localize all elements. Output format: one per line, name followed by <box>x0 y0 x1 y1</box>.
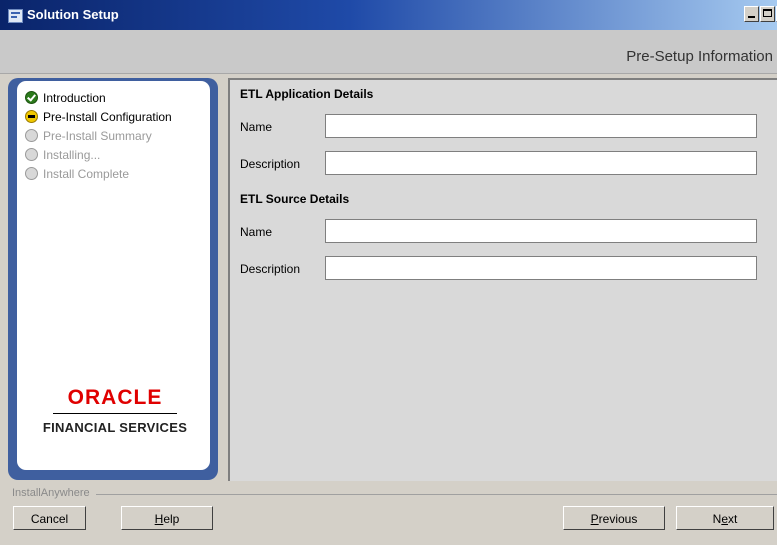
logo-divider <box>53 413 177 414</box>
previous-label: revious <box>598 512 638 526</box>
next-prefix: N <box>712 512 722 526</box>
help-button[interactable]: Help <box>121 506 213 530</box>
pending-circle-icon <box>25 129 38 142</box>
etl-source-name-label: Name <box>240 225 273 239</box>
step-label: Introduction <box>43 90 106 105</box>
oracle-wordmark: ORACLE <box>67 386 163 409</box>
installer-window: Solution Setup Pre-Setup Information Int… <box>0 0 777 545</box>
step-introduction: Introduction <box>25 88 172 107</box>
minimize-button[interactable] <box>744 6 759 22</box>
step-pre-install-summary: Pre-Install Summary <box>25 126 172 145</box>
oracle-logo: ORACLE FINANCIAL SERVICES <box>25 386 205 435</box>
maximize-button[interactable] <box>760 6 775 22</box>
etl-app-name-label: Name <box>240 120 273 134</box>
next-button[interactable]: Next <box>676 506 774 530</box>
step-pre-install-configuration: Pre-Install Configuration <box>25 107 172 126</box>
help-label: elp <box>163 512 180 526</box>
next-label: xt <box>728 512 738 526</box>
steps-list: Introduction Pre-Install Configuration P… <box>25 88 172 183</box>
etl-app-name-input[interactable] <box>325 114 757 138</box>
footer-divider <box>12 494 777 495</box>
step-install-complete: Install Complete <box>25 164 172 183</box>
step-label: Install Complete <box>43 166 130 181</box>
etl-app-description-label: Description <box>240 157 301 171</box>
step-label: Pre-Install Summary <box>43 128 152 143</box>
etl-source-heading: ETL Source Details <box>240 192 350 206</box>
previous-button[interactable]: Previous <box>563 506 665 530</box>
cancel-label: Cancel <box>30 512 69 526</box>
check-icon <box>25 91 38 104</box>
step-header: Pre-Setup Information <box>0 30 777 74</box>
window-title: Solution Setup <box>27 7 119 22</box>
etl-app-description-input[interactable] <box>325 151 757 175</box>
etl-source-description-label: Description <box>240 262 301 276</box>
step-label: Installing... <box>43 147 101 162</box>
etl-application-heading: ETL Application Details <box>240 87 374 101</box>
arrow-right-icon <box>25 110 38 123</box>
etl-source-description-input[interactable] <box>325 256 757 280</box>
logo-subtitle: FINANCIAL SERVICES <box>42 420 188 435</box>
previous-mnemonic: P <box>590 512 599 526</box>
next-mnemonic: e <box>721 512 728 526</box>
footer-bar: InstallAnywhere Cancel Help Previous Nex… <box>0 487 777 545</box>
step-label: Pre-Install Configuration <box>43 109 172 124</box>
etl-source-name-input[interactable] <box>325 219 757 243</box>
title-bar[interactable]: Solution Setup <box>0 0 777 30</box>
installanywhere-label: InstallAnywhere <box>12 487 96 499</box>
pending-circle-icon <box>25 167 38 180</box>
pending-circle-icon <box>25 148 38 161</box>
app-icon <box>8 9 23 23</box>
cancel-button[interactable]: Cancel <box>13 506 86 530</box>
step-header-title: Pre-Setup Information <box>626 48 773 65</box>
step-installing: Installing... <box>25 145 172 164</box>
